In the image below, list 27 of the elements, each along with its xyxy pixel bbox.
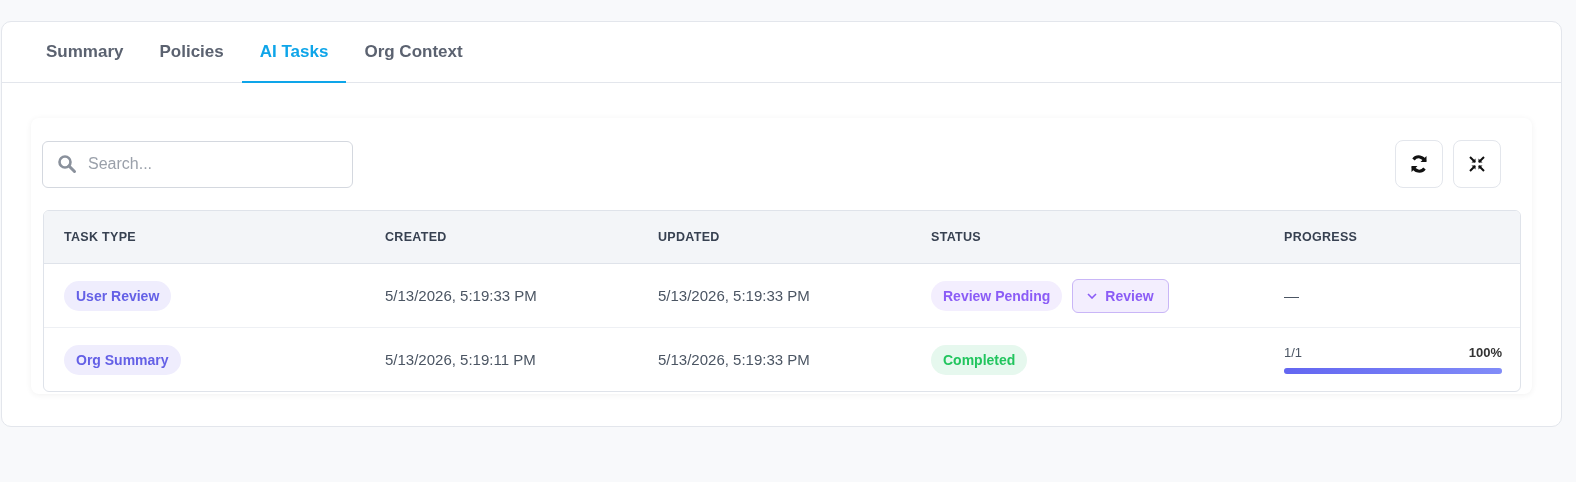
- tab[interactable]: Policies: [141, 22, 242, 83]
- column-header: PROGRESS: [1284, 230, 1358, 244]
- created-date: 5/13/2026, 5:19:33 PM: [385, 287, 537, 304]
- tab[interactable]: Org Context: [346, 22, 481, 83]
- status-badge: Completed: [931, 344, 1028, 375]
- review-button[interactable]: Review: [1072, 278, 1169, 313]
- refresh-button[interactable]: [1395, 140, 1443, 188]
- column-header: STATUS: [931, 230, 981, 244]
- column-header: TASK TYPE: [64, 230, 136, 244]
- search-field[interactable]: Search...: [42, 140, 353, 188]
- progress-percent: 100%: [1468, 345, 1502, 360]
- created-date: 5/13/2026, 5:19:11 PM: [385, 351, 536, 368]
- updated-date: 5/13/2026, 5:19:33 PM: [658, 287, 810, 304]
- refresh-icon: [1409, 154, 1429, 174]
- tab[interactable]: Summary: [28, 22, 142, 83]
- progress-count: 1/1: [1284, 345, 1303, 360]
- column-header: CREATED: [385, 230, 447, 244]
- search-icon: [57, 153, 77, 174]
- task-type-badge: Org Summary: [64, 344, 181, 375]
- progress-text: —: [1284, 287, 1299, 304]
- task-type-badge: User Review: [64, 280, 172, 311]
- status-badge: Review Pending: [931, 280, 1063, 311]
- caret-icon: [1087, 292, 1098, 299]
- collapse-icon: [1469, 156, 1485, 172]
- column-header: UPDATED: [658, 230, 720, 244]
- updated-date: 5/13/2026, 5:19:33 PM: [658, 351, 810, 368]
- collapse-button[interactable]: [1453, 140, 1501, 188]
